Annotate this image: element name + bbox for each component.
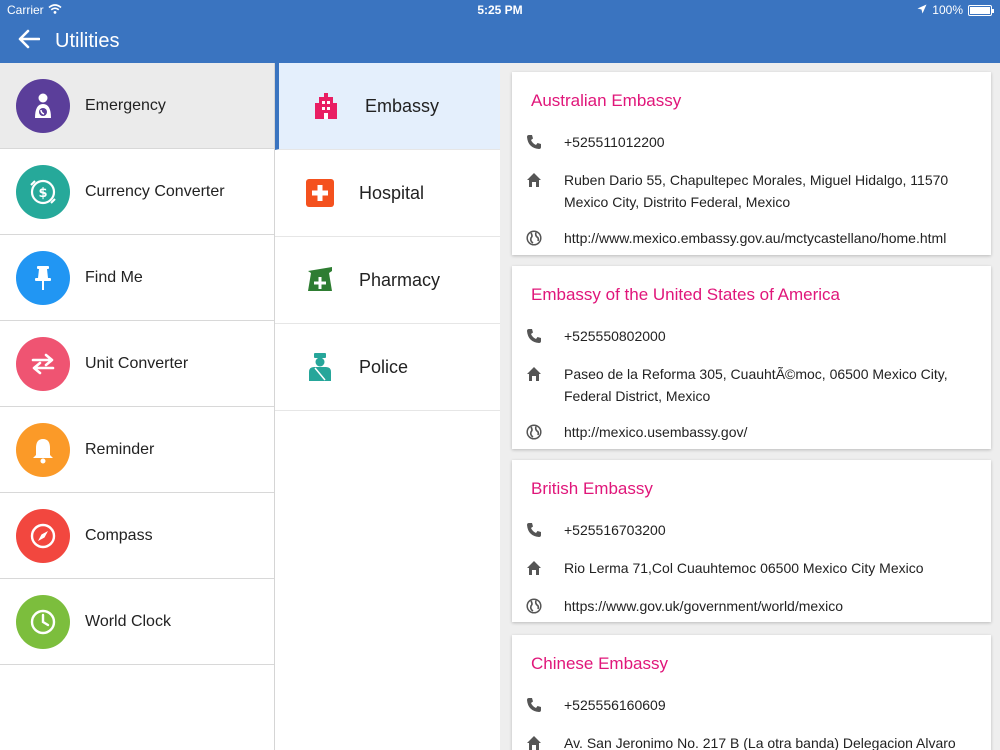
embassy-name: Australian Embassy bbox=[531, 91, 682, 110]
address-text: Rio Lerma 71,Col Cuauhtemoc 06500 Mexico… bbox=[564, 560, 924, 576]
phone-number: +525550802000 bbox=[564, 328, 666, 344]
phone-number: +525556160609 bbox=[564, 697, 666, 713]
embassy-card: Embassy of the United States of America … bbox=[512, 266, 991, 449]
page-title: Utilities bbox=[55, 30, 120, 52]
embassy-name: Embassy of the United States of America bbox=[531, 285, 840, 304]
menu-label-unit-converter: Unit Converter bbox=[85, 354, 189, 372]
phone-row[interactable]: +525556160609 bbox=[526, 696, 981, 716]
svg-text:$: $ bbox=[38, 186, 47, 201]
address-row[interactable]: Paseo de la Reforma 305, CuauhtÃ©moc, 06… bbox=[526, 365, 981, 407]
address-row[interactable]: Av. San Jeronimo No. 217 B (La otra band… bbox=[526, 734, 981, 750]
pin-icon bbox=[16, 250, 70, 305]
address-text: Paseo de la Reforma 305, CuauhtÃ©moc, 06… bbox=[564, 366, 948, 404]
category-item-pharmacy[interactable]: Pharmacy bbox=[275, 237, 500, 324]
battery-percent: 100% bbox=[932, 3, 963, 17]
home-icon bbox=[526, 366, 542, 382]
menu-item-unit-converter[interactable]: Unit Converter bbox=[0, 321, 274, 407]
clock-icon bbox=[16, 594, 70, 649]
swap-arrows-icon bbox=[16, 336, 70, 391]
menu-item-find-me[interactable]: Find Me bbox=[0, 235, 274, 321]
menu-label-emergency: Emergency bbox=[85, 96, 166, 114]
phone-number: +525516703200 bbox=[564, 522, 666, 538]
utilities-menu: Emergency $ Currency Converter Find Me U… bbox=[0, 63, 275, 750]
category-item-police[interactable]: Police bbox=[275, 324, 500, 411]
globe-icon bbox=[526, 230, 542, 246]
home-icon bbox=[526, 735, 542, 750]
menu-item-compass[interactable]: Compass bbox=[0, 493, 274, 579]
menu-label-currency-converter: Currency Converter bbox=[85, 182, 225, 200]
currency-icon: $ bbox=[16, 164, 70, 219]
phone-row[interactable]: +525550802000 bbox=[526, 327, 981, 347]
address-text: Av. San Jeronimo No. 217 B (La otra band… bbox=[564, 735, 956, 750]
menu-item-reminder[interactable]: Reminder bbox=[0, 407, 274, 493]
phone-icon bbox=[526, 697, 542, 713]
home-icon bbox=[526, 560, 542, 576]
website-url: http://mexico.usembassy.gov/ bbox=[564, 424, 748, 440]
website-row[interactable]: https://www.gov.uk/government/world/mexi… bbox=[526, 597, 981, 617]
embassy-card: British Embassy +525516703200 Rio Lerma … bbox=[512, 460, 991, 622]
hospital-cross-icon bbox=[305, 178, 335, 208]
embassy-card: Australian Embassy +525511012200 Ruben D… bbox=[512, 72, 991, 255]
phone-row[interactable]: +525516703200 bbox=[526, 521, 981, 541]
home-icon bbox=[526, 172, 542, 188]
battery-icon bbox=[968, 4, 994, 16]
phone-icon bbox=[526, 134, 542, 150]
phone-row[interactable]: +525511012200 bbox=[526, 133, 981, 153]
building-icon bbox=[311, 91, 341, 121]
embassy-name: British Embassy bbox=[531, 479, 653, 498]
police-icon bbox=[305, 352, 335, 382]
back-button[interactable] bbox=[14, 27, 44, 57]
menu-label-compass: Compass bbox=[85, 526, 153, 544]
embassy-list: Australian Embassy +525511012200 Ruben D… bbox=[500, 63, 1000, 750]
globe-icon bbox=[526, 424, 542, 440]
category-label-police: Police bbox=[359, 356, 409, 377]
bell-icon bbox=[16, 422, 70, 477]
category-label-pharmacy: Pharmacy bbox=[359, 269, 441, 290]
category-item-hospital[interactable]: Hospital bbox=[275, 150, 500, 237]
category-label-hospital: Hospital bbox=[359, 182, 425, 203]
website-url: https://www.gov.uk/government/world/mexi… bbox=[564, 598, 844, 614]
website-row[interactable]: http://mexico.usembassy.gov/ bbox=[526, 423, 981, 443]
location-arrow-icon bbox=[917, 3, 927, 17]
menu-label-reminder: Reminder bbox=[85, 440, 155, 458]
phone-number: +525511012200 bbox=[564, 134, 665, 150]
address-text: Ruben Dario 55, Chapultepec Morales, Mig… bbox=[564, 172, 949, 210]
menu-item-world-clock[interactable]: World Clock bbox=[0, 579, 274, 665]
address-row[interactable]: Ruben Dario 55, Chapultepec Morales, Mig… bbox=[526, 171, 981, 213]
menu-label-find-me: Find Me bbox=[85, 268, 143, 286]
back-arrow-icon bbox=[18, 29, 41, 54]
compass-icon bbox=[16, 508, 70, 563]
emergency-icon bbox=[16, 78, 70, 133]
address-row[interactable]: Rio Lerma 71,Col Cuauhtemoc 06500 Mexico… bbox=[526, 559, 981, 579]
menu-item-emergency[interactable]: Emergency bbox=[0, 63, 274, 149]
embassy-name: Chinese Embassy bbox=[531, 654, 669, 673]
website-url: http://www.mexico.embassy.gov.au/mctycas… bbox=[564, 230, 947, 246]
phone-icon bbox=[526, 522, 542, 538]
website-row[interactable]: http://www.mexico.embassy.gov.au/mctycas… bbox=[526, 229, 981, 249]
pharmacy-icon bbox=[305, 265, 335, 295]
globe-icon bbox=[526, 598, 542, 614]
category-label-embassy: Embassy bbox=[365, 95, 440, 116]
status-time: 5:25 PM bbox=[477, 3, 523, 17]
status-right: 100% bbox=[917, 3, 994, 17]
category-list: Embassy Hospital Pharmacy Police bbox=[275, 63, 500, 750]
menu-item-currency-converter[interactable]: $ Currency Converter bbox=[0, 149, 274, 235]
embassy-card: Chinese Embassy +525556160609 Av. San Je… bbox=[512, 635, 991, 750]
menu-label-world-clock: World Clock bbox=[85, 612, 171, 630]
status-bar: Carrier 5:25 PM 100% bbox=[0, 0, 1000, 20]
category-item-embassy[interactable]: Embassy bbox=[275, 63, 500, 150]
phone-icon bbox=[526, 328, 542, 344]
app-bar: Utilities bbox=[0, 20, 1000, 63]
